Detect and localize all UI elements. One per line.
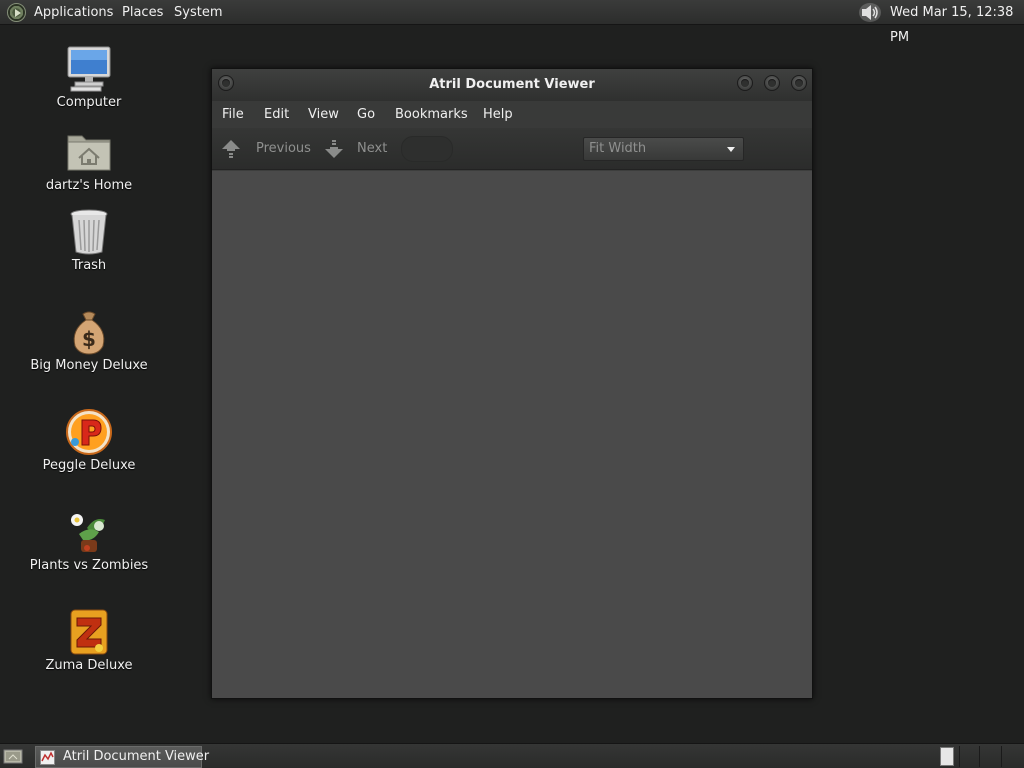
desktop-icon-label: Computer	[56, 95, 122, 110]
menu-bookmarks[interactable]: Bookmarks	[395, 101, 468, 128]
workspace-separator	[959, 746, 960, 767]
top-panel: Applications Places System Wed Mar 15, 1…	[0, 0, 1024, 45]
money-bag-icon: $	[73, 311, 105, 355]
taskbar-item-atril[interactable]: Atril Document Viewer	[35, 746, 209, 768]
computer-icon	[67, 46, 111, 92]
taskbar-item-label: Atril Document Viewer	[63, 749, 210, 764]
minimize-button[interactable]	[737, 75, 753, 91]
zoom-select[interactable]: Fit Width	[583, 137, 744, 161]
menu-go[interactable]: Go	[357, 101, 375, 128]
zoom-select-value: Fit Width	[589, 141, 647, 156]
desktop-icon-computer[interactable]: Computer	[18, 45, 160, 110]
workspace-separator	[1001, 746, 1002, 767]
clock[interactable]: Wed Mar 15, 12:38 PM	[890, 0, 1024, 45]
show-desktop-icon[interactable]	[3, 748, 23, 765]
menu-help[interactable]: Help	[483, 101, 513, 128]
desktop-icon-trash[interactable]: Trash	[18, 208, 160, 273]
bottom-panel: Atril Document Viewer	[0, 743, 1024, 768]
menu-places[interactable]: Places	[122, 0, 163, 25]
plants-vs-zombies-icon	[71, 514, 105, 552]
atril-app-icon	[40, 750, 55, 765]
desktop-icon-label: Plants vs Zombies	[29, 558, 149, 573]
toolbar: Previous Next Fit Width	[212, 128, 812, 170]
desktop-icon-label: dartz's Home	[45, 178, 133, 193]
next-label: Next	[357, 141, 388, 156]
trash-icon	[70, 209, 108, 255]
menu-edit[interactable]: Edit	[264, 101, 289, 128]
previous-label: Previous	[256, 141, 311, 156]
arrow-down-icon	[325, 140, 343, 158]
maximize-button[interactable]	[764, 75, 780, 91]
desktop-icon-label: Big Money Deluxe	[30, 358, 148, 373]
peggle-icon	[66, 409, 112, 455]
desktop-icon-label: Trash	[71, 258, 107, 273]
menu-file[interactable]: File	[222, 101, 244, 128]
next-button[interactable]: Next	[323, 128, 393, 170]
desktop-icon-peggle[interactable]: Peggle Deluxe	[18, 408, 160, 473]
zuma-icon	[70, 609, 108, 655]
desktop-icon-label: Zuma Deluxe	[45, 658, 133, 673]
menu-view[interactable]: View	[308, 101, 339, 128]
document-view[interactable]	[212, 171, 812, 698]
svg-text:$: $	[82, 327, 96, 351]
page-number-input[interactable]	[401, 136, 453, 162]
menubar: File Edit View Go Bookmarks Help	[212, 101, 812, 128]
workspace-separator	[979, 746, 980, 767]
desktop-icon-zuma[interactable]: Zuma Deluxe	[18, 608, 160, 673]
previous-button[interactable]: Previous	[220, 128, 311, 170]
workspace-1[interactable]	[940, 747, 954, 766]
desktop-icon-big-money[interactable]: $ Big Money Deluxe	[18, 308, 160, 373]
applications-logo-icon[interactable]	[7, 3, 26, 22]
close-button[interactable]	[791, 75, 807, 91]
home-folder-icon	[67, 135, 111, 171]
menu-system[interactable]: System	[174, 0, 222, 25]
volume-icon[interactable]	[858, 2, 882, 23]
desktop-icon-home[interactable]: dartz's Home	[18, 128, 160, 193]
desktop-icon-pvz[interactable]: Plants vs Zombies	[18, 508, 160, 573]
window-titlebar[interactable]: Atril Document Viewer	[212, 69, 812, 101]
atril-window: Atril Document Viewer File Edit View Go …	[211, 68, 813, 699]
menu-applications[interactable]: Applications	[34, 0, 113, 25]
arrow-up-icon	[222, 140, 240, 158]
window-title: Atril Document Viewer	[429, 77, 595, 92]
chevron-down-icon	[727, 147, 735, 152]
desktop-icon-label: Peggle Deluxe	[42, 458, 136, 473]
